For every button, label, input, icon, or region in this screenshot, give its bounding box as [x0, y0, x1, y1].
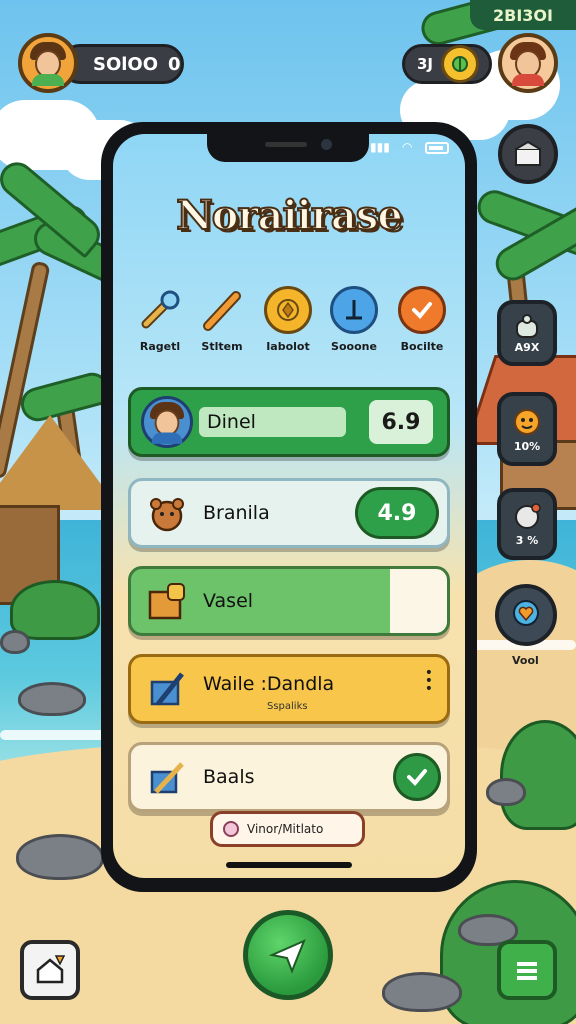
- app-title: Noraiirase: [175, 191, 404, 240]
- list-item-subtitle: Sspaliks: [267, 701, 308, 712]
- rock: [382, 972, 462, 1012]
- box-icon: [515, 140, 541, 166]
- score-extra: 0: [168, 53, 181, 75]
- house-icon: [36, 955, 66, 984]
- compass-icon: [515, 502, 541, 529]
- list-item-name: Dinel: [199, 407, 346, 437]
- score-value: SOlOO: [93, 53, 159, 75]
- send-button[interactable]: [243, 910, 333, 1000]
- side-widget-label: 10%: [513, 439, 541, 453]
- side-widget-compass[interactable]: 3 %: [497, 488, 557, 560]
- rock: [16, 834, 104, 880]
- bush: [10, 580, 100, 640]
- toolbox-icon: [141, 663, 193, 715]
- list-item-name: Vasel: [203, 590, 254, 612]
- friends-pill[interactable]: 3J: [402, 44, 492, 84]
- tool-label: Ragetl: [139, 340, 181, 353]
- bear-icon: [141, 487, 193, 539]
- wifi-icon: ◠: [402, 140, 413, 154]
- phone-notch: [207, 134, 369, 162]
- list-icon: [517, 962, 537, 980]
- check-badge-icon: [398, 286, 446, 334]
- rock: [486, 778, 526, 806]
- sun-face-icon: [514, 408, 540, 435]
- list-item-name: Waile :Dandla: [203, 673, 335, 695]
- tool-ragetl[interactable]: Ragetl: [128, 286, 192, 353]
- list-item-baals[interactable]: Baals: [128, 742, 450, 812]
- list-item-value: 4.9: [355, 487, 439, 539]
- coin-counter-value: 2BI3OI: [493, 5, 553, 25]
- checkmark-icon[interactable]: [393, 753, 441, 801]
- player-avatar[interactable]: [18, 33, 78, 93]
- crate-icon: [141, 575, 193, 627]
- bush: [500, 720, 576, 830]
- list-item-vasel[interactable]: Vasel: [128, 566, 450, 636]
- home-button[interactable]: [20, 940, 80, 1000]
- tool-label: Sooone: [331, 340, 377, 353]
- pin-icon: [330, 286, 378, 334]
- footer-pill[interactable]: Vinor/Mitlato: [210, 811, 365, 847]
- rock: [18, 682, 86, 716]
- list-item-value: 6.9: [369, 400, 433, 444]
- heart-pin-icon: [513, 600, 539, 626]
- side-widget-sun[interactable]: 10%: [497, 392, 557, 466]
- tool-label: Iabolot: [266, 340, 310, 353]
- battery-icon: [425, 142, 449, 154]
- menu-button[interactable]: [497, 940, 557, 1000]
- list-item-dinel[interactable]: Dinel 6.9: [128, 387, 450, 457]
- list-item-name: Baals: [203, 766, 255, 788]
- list-item-name: Branila: [203, 502, 270, 524]
- side-widget-label: A9X: [514, 340, 540, 354]
- sprout-icon: [441, 45, 479, 83]
- avatar-face: [509, 42, 547, 86]
- magnifier-wand-icon: [136, 286, 184, 334]
- score-pill[interactable]: SOlOO 0: [60, 44, 184, 84]
- inventory-button[interactable]: [498, 124, 558, 184]
- side-widget-label: 3 %: [515, 533, 539, 547]
- footer-pill-label: Vinor/Mitlato: [247, 822, 324, 836]
- friend-avatar[interactable]: [498, 33, 558, 93]
- heart-dot-icon: [223, 821, 239, 837]
- character-avatar: [141, 396, 193, 448]
- list-item-branila[interactable]: Branila 4.9: [128, 478, 450, 548]
- tool-label: Bocilte: [400, 340, 444, 353]
- tool-label: Stltem: [201, 340, 243, 353]
- friend-count: 3J: [417, 55, 434, 73]
- tool-iabolot[interactable]: Iabolot: [256, 286, 320, 353]
- tool-stltem[interactable]: Stltem: [190, 286, 254, 353]
- wrench-box-icon: [141, 751, 193, 803]
- side-widget-heart[interactable]: [495, 584, 557, 646]
- list-item-waile[interactable]: Waile :Dandla Sspaliks • • •: [128, 654, 450, 724]
- more-icon[interactable]: • • •: [425, 666, 433, 696]
- signal-icon: ▮▮▮: [370, 140, 390, 154]
- bag-icon: [516, 313, 538, 338]
- coin-counter: 2BI3OI: [470, 0, 576, 30]
- side-widget-label: Vool: [512, 654, 539, 667]
- avatar-face: [29, 42, 67, 86]
- paper-plane-icon: [268, 939, 306, 974]
- tool-sooone[interactable]: Sooone: [322, 286, 386, 353]
- tool-bocilte[interactable]: Bocilte: [390, 286, 454, 353]
- side-widget-bag[interactable]: A9X: [497, 300, 557, 366]
- stick-icon: [198, 286, 246, 334]
- home-indicator: [226, 862, 352, 868]
- shell-coin-icon: [264, 286, 312, 334]
- rock: [0, 630, 30, 654]
